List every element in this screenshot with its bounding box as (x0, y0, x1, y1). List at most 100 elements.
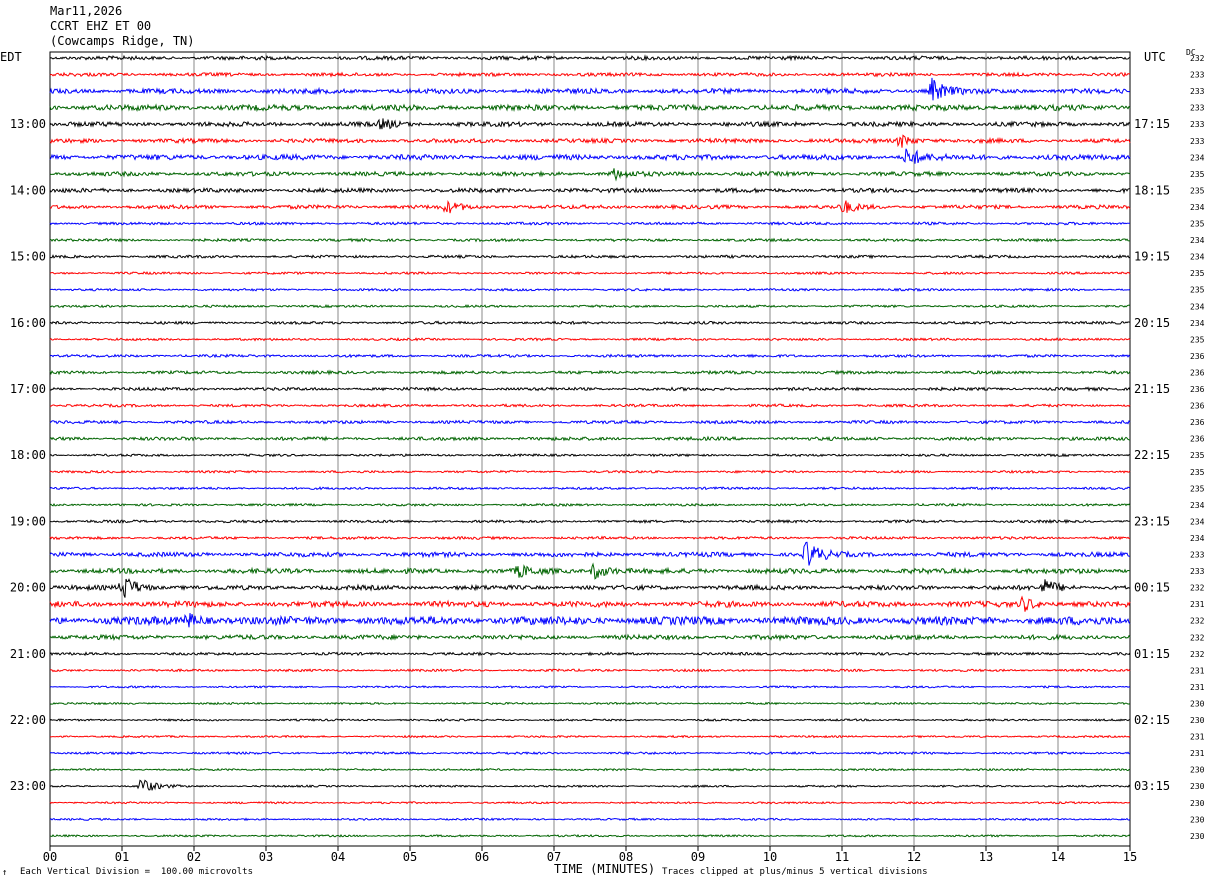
left-hour-label: 21:00 (10, 647, 46, 661)
dc-value: 230 (1190, 716, 1205, 725)
seismic-trace-row (49, 833, 1131, 838)
right-hour-label: 17:15 (1134, 117, 1170, 131)
x-tick-label: 14 (1051, 850, 1065, 864)
dc-value: 232 (1190, 633, 1205, 642)
dc-value: 233 (1190, 120, 1205, 129)
right-hour-label: 00:15 (1134, 581, 1170, 595)
seismic-trace-row (49, 320, 1131, 326)
x-tick-label: 15 (1123, 850, 1137, 864)
seismic-trace-row (49, 287, 1131, 292)
left-hour-label: 19:00 (10, 514, 46, 528)
dc-value: 236 (1190, 435, 1205, 444)
dc-value: 230 (1190, 799, 1205, 808)
x-tick-label: 10 (763, 850, 777, 864)
dc-value: 232 (1190, 584, 1205, 593)
dc-value: 234 (1190, 319, 1205, 328)
dc-value: 234 (1190, 153, 1205, 162)
right-hour-label: 19:15 (1134, 250, 1170, 264)
x-tick-label: 12 (907, 850, 921, 864)
seismic-trace-row (49, 701, 1131, 706)
left-hour-label: 18:00 (10, 448, 46, 462)
dc-value: 234 (1190, 501, 1205, 510)
seismic-trace-row (49, 751, 1131, 756)
left-hour-label: 14:00 (10, 183, 46, 197)
seismic-trace-row (49, 718, 1131, 722)
dc-value: 234 (1190, 534, 1205, 543)
right-hour-label: 21:15 (1134, 382, 1170, 396)
right-hour-label: 22:15 (1134, 448, 1170, 462)
seismic-trace-row (49, 562, 1131, 580)
seismic-trace-row (49, 54, 1131, 62)
seismic-trace-row (49, 199, 1131, 214)
seismic-trace-row (49, 469, 1131, 474)
seismic-trace-row (49, 651, 1131, 657)
x-axis-title: TIME (MINUTES) (554, 862, 656, 876)
plot-frame (49, 51, 1131, 847)
seismic-trace-row (49, 337, 1131, 342)
dc-value: 231 (1190, 600, 1205, 609)
seismic-trace-row (49, 237, 1131, 243)
dc-value: 233 (1190, 71, 1205, 80)
dc-value: 236 (1190, 368, 1205, 377)
dc-value: 230 (1190, 832, 1205, 841)
seismic-trace-row (49, 403, 1131, 409)
x-tick-label: 03 (259, 850, 273, 864)
seismic-trace-row (49, 486, 1131, 491)
dc-value: 236 (1190, 402, 1205, 411)
right-hour-label: 01:15 (1134, 647, 1170, 661)
left-hour-label: 13:00 (10, 117, 46, 131)
x-tick-label: 01 (115, 850, 129, 864)
dc-value: 233 (1190, 551, 1205, 560)
left-hour-label: 22:00 (10, 713, 46, 727)
dc-value: 233 (1190, 87, 1205, 96)
x-tick-label: 00 (43, 850, 57, 864)
dc-value: 231 (1190, 666, 1205, 675)
right-hour-label: 02:15 (1134, 713, 1170, 727)
seismic-trace-row (49, 435, 1131, 442)
dc-value: 232 (1190, 650, 1205, 659)
left-hour-label: 20:00 (10, 581, 46, 595)
dc-value: 232 (1190, 54, 1205, 63)
seismic-trace-row (49, 518, 1131, 525)
seismic-trace-row (49, 535, 1131, 541)
x-tick-label: 11 (835, 850, 849, 864)
dc-value: 235 (1190, 335, 1205, 344)
right-hour-label: 20:15 (1134, 316, 1170, 330)
dc-value: 235 (1190, 186, 1205, 195)
dc-value: 235 (1190, 468, 1205, 477)
seismic-trace-row (49, 386, 1131, 392)
dc-value: 231 (1190, 733, 1205, 742)
dc-value: 232 (1190, 617, 1205, 626)
seismic-trace-row (49, 578, 1131, 598)
x-tick-label: 04 (331, 850, 345, 864)
scale-note: Each Vertical Division = 100.00 microvol… (20, 867, 253, 877)
dc-value: 234 (1190, 203, 1205, 212)
seismic-trace-row (49, 77, 1131, 101)
dc-value: 235 (1190, 220, 1205, 229)
seismic-trace-row (49, 71, 1131, 78)
seismic-trace-row (49, 668, 1131, 673)
x-tick-label: 06 (475, 850, 489, 864)
seismic-trace-row (49, 800, 1131, 805)
dc-value: 236 (1190, 385, 1205, 394)
seismic-trace-row (49, 134, 1131, 148)
scale-arrow-icon: ↑ (2, 868, 8, 878)
x-tick-label: 02 (187, 850, 201, 864)
seismic-trace-row (49, 270, 1131, 276)
left-hour-label: 15:00 (10, 250, 46, 264)
dc-value: 236 (1190, 418, 1205, 427)
dc-value: 233 (1190, 567, 1205, 576)
seismic-trace-row (49, 779, 1131, 791)
seismic-trace-row (49, 633, 1131, 642)
seismic-trace-row (49, 186, 1130, 195)
dc-value: 235 (1190, 451, 1205, 460)
seismic-trace-row (49, 685, 1131, 689)
left-hour-label: 23:00 (10, 779, 46, 793)
dc-value: 231 (1190, 683, 1205, 692)
right-hour-label: 03:15 (1134, 779, 1170, 793)
seismic-trace-row (49, 419, 1131, 425)
dc-value: 235 (1190, 269, 1205, 278)
seismogram-plot: 00 01 02 03 04 05 06 07 08 09 10 11 12 13 14 1523223323… (10, 51, 1205, 864)
seismic-trace-row (49, 103, 1131, 113)
seismic-trace-row (49, 221, 1131, 226)
